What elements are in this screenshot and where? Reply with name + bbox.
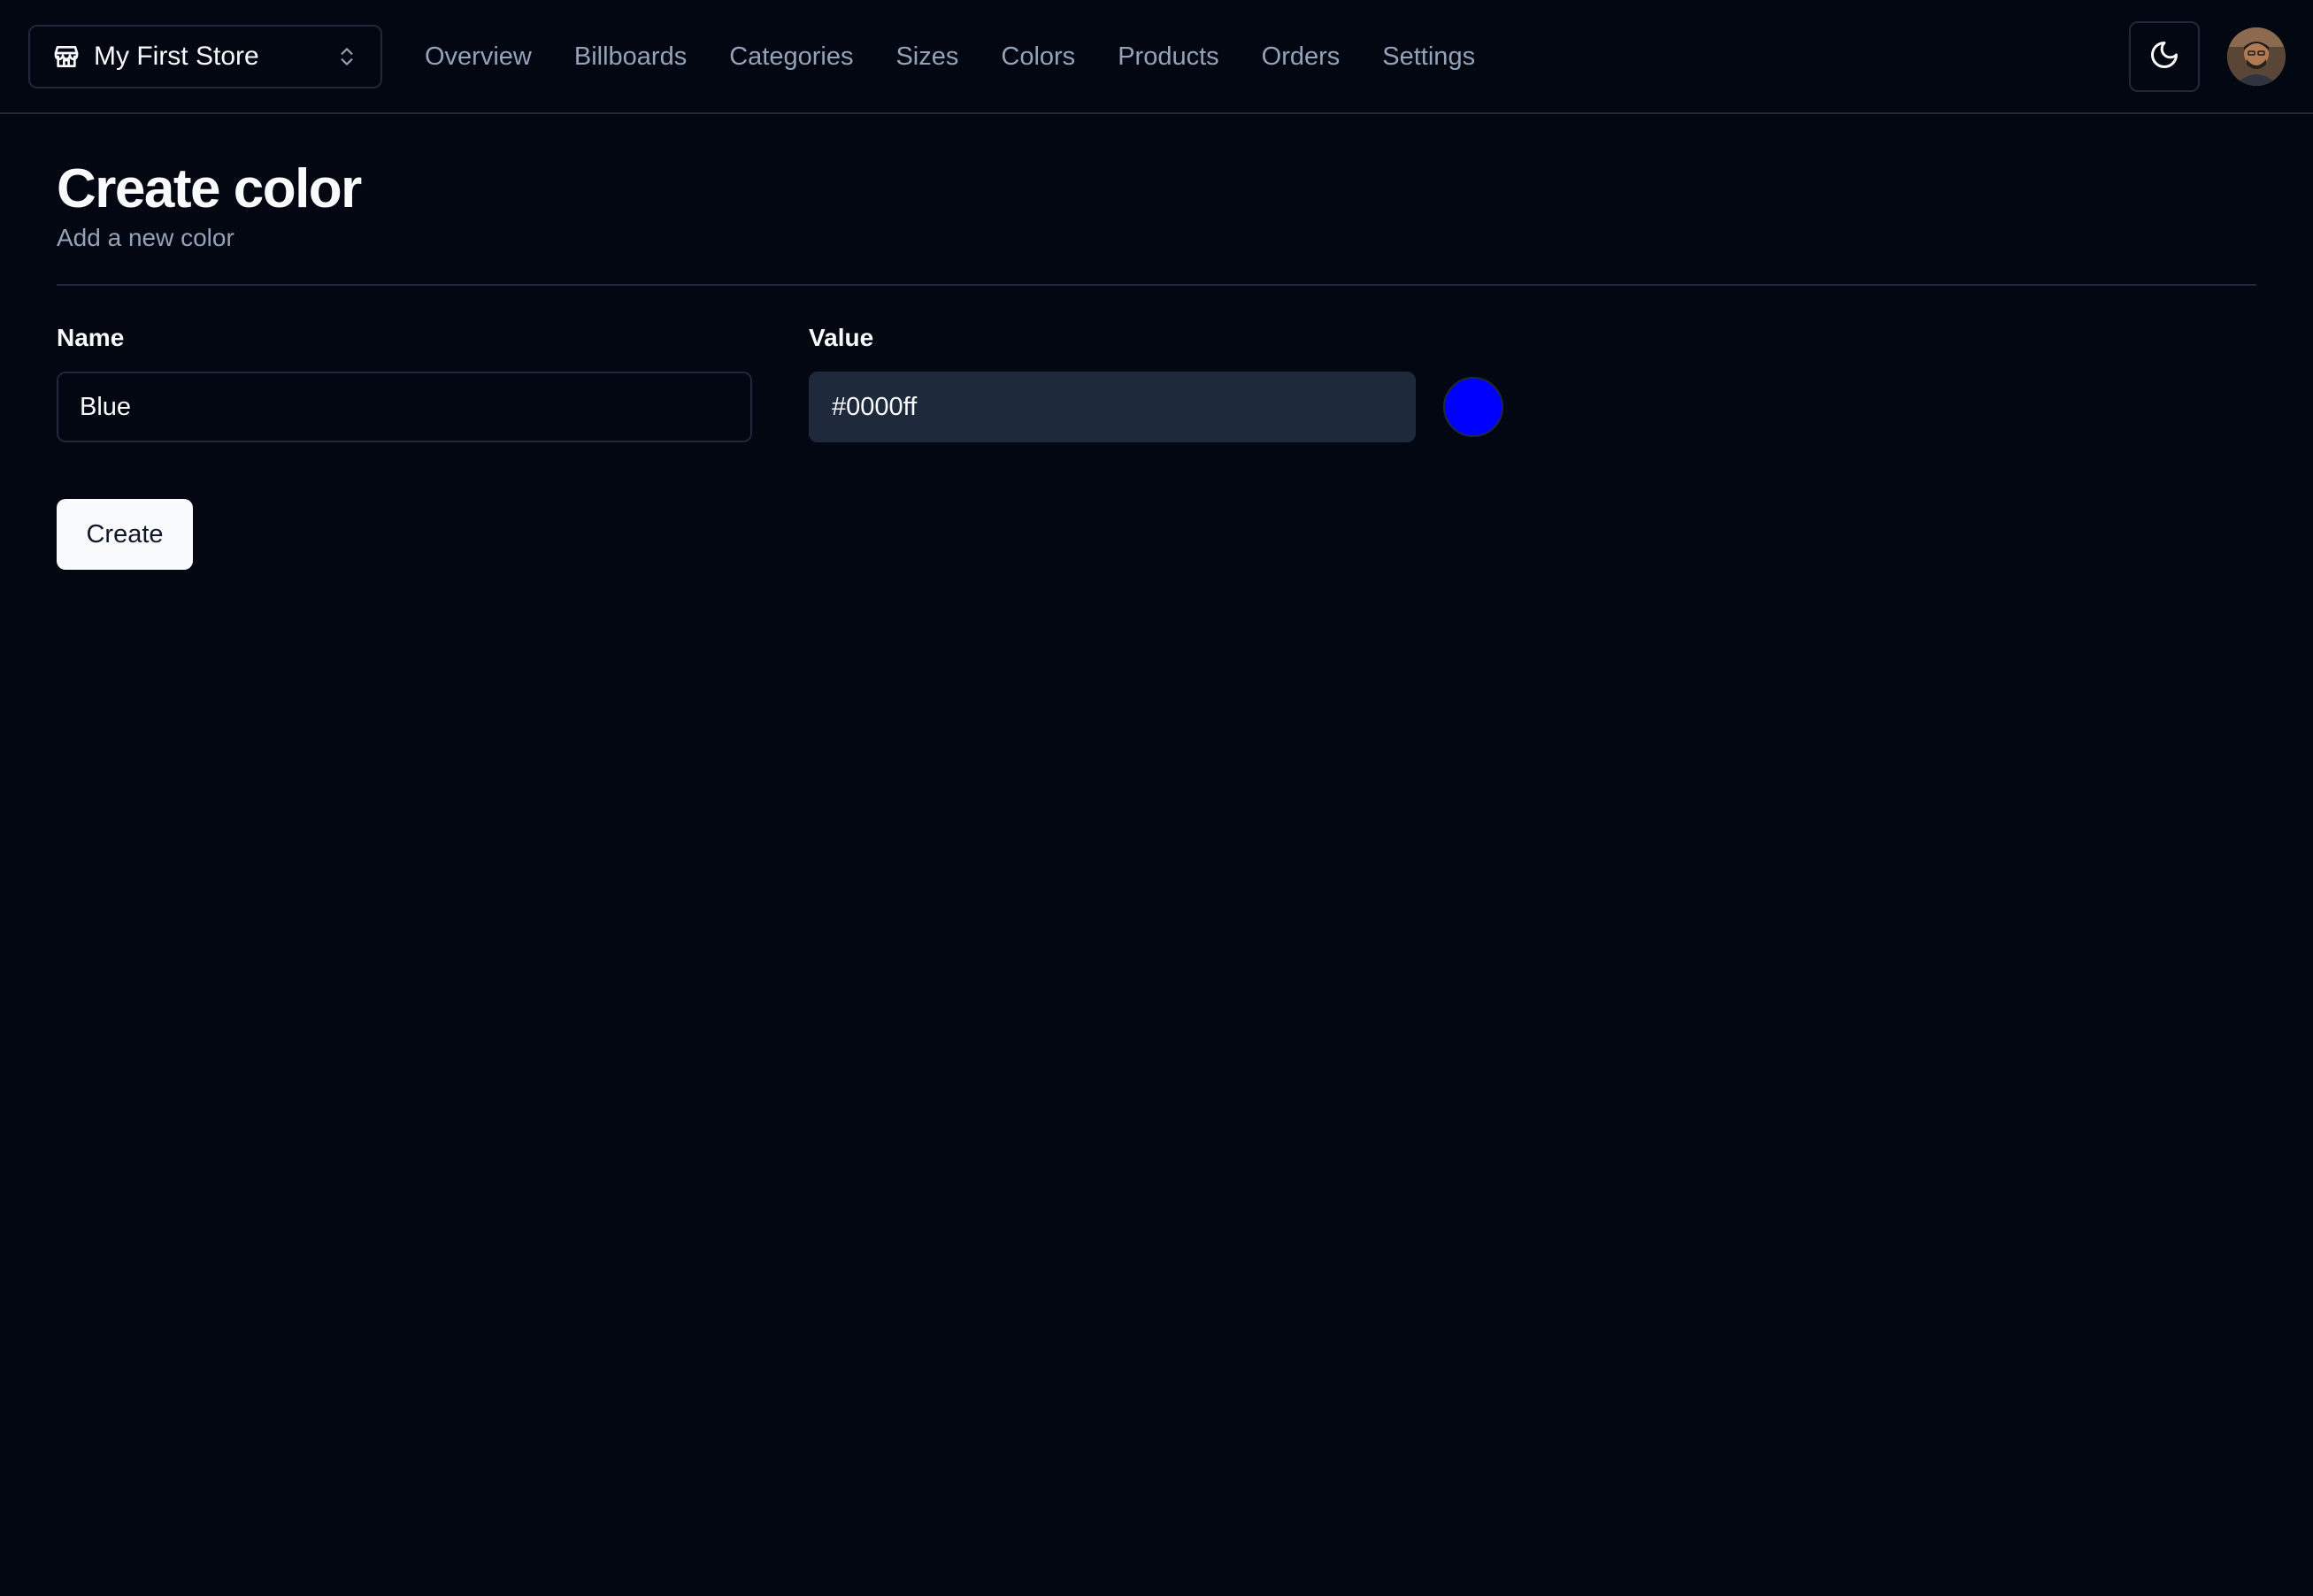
store-switcher-label: My First Store [94,42,259,71]
store-switcher-button[interactable]: My First Store [28,25,382,88]
chevrons-up-down-icon [334,44,359,69]
nav-link-products[interactable]: Products [1118,42,1218,72]
nav-link-overview[interactable]: Overview [425,42,532,72]
main-nav: Overview Billboards Categories Sizes Col… [425,0,1518,114]
nav-link-billboards[interactable]: Billboards [574,42,687,72]
page-title: Create color [57,158,362,219]
nav-link-categories[interactable]: Categories [729,42,853,72]
separator [57,284,2256,286]
theme-toggle-button[interactable] [2129,21,2200,92]
color-preview-swatch [1443,377,1503,437]
store-icon [51,42,81,72]
name-field-label: Name [57,324,125,351]
value-field-label: Value [809,324,874,351]
page-subtitle: Add a new color [57,224,234,251]
user-avatar[interactable] [2227,27,2286,86]
value-input[interactable] [809,372,1416,442]
create-button[interactable]: Create [57,499,193,570]
nav-link-colors[interactable]: Colors [1001,42,1075,72]
name-input[interactable] [57,372,752,442]
moon-icon [2148,39,2180,75]
top-navbar: My First Store Overview Billboards Categ… [0,0,2313,114]
nav-link-settings[interactable]: Settings [1382,42,1475,72]
nav-link-orders[interactable]: Orders [1262,42,1341,72]
nav-link-sizes[interactable]: Sizes [895,42,958,72]
